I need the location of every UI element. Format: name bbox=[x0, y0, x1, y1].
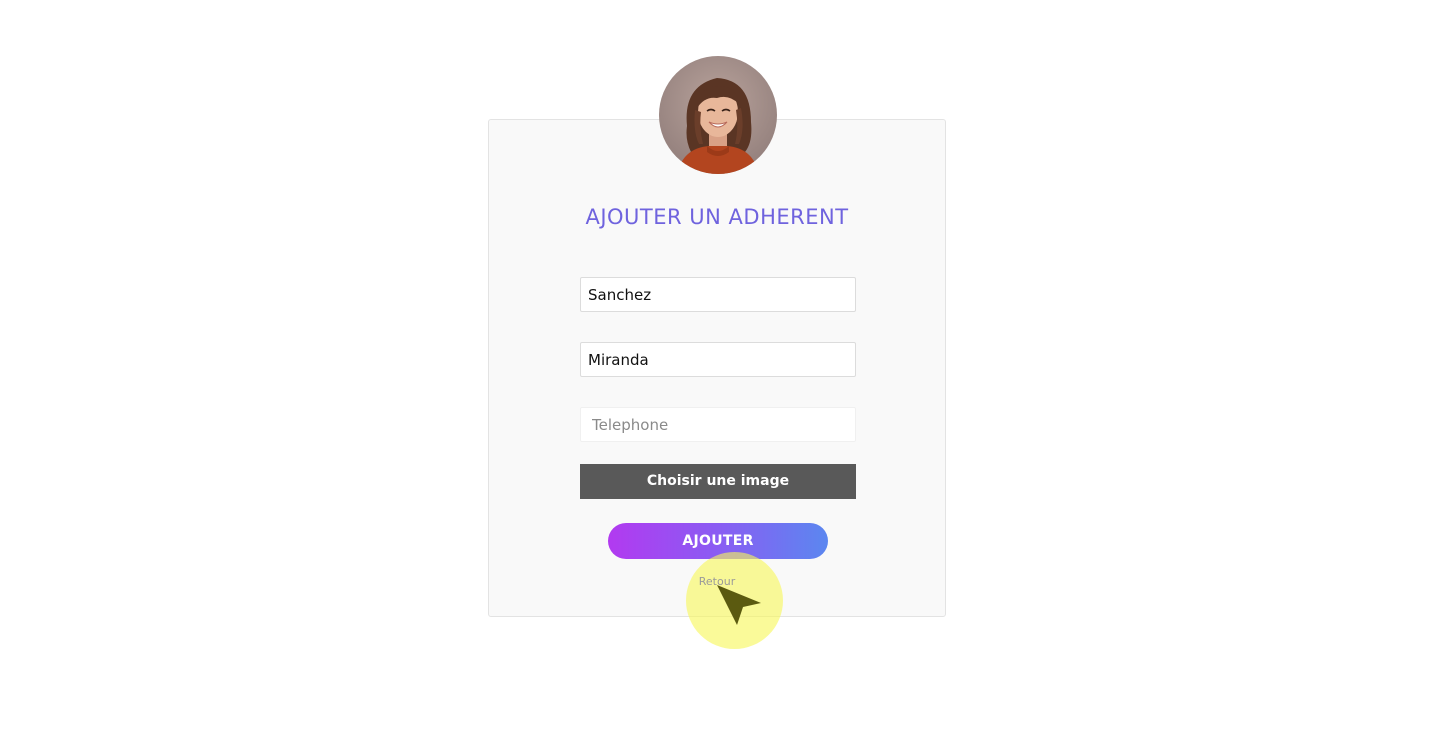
avatar bbox=[659, 56, 777, 174]
page: AJOUTER UN ADHERENT Choisir une image AJ… bbox=[0, 0, 1438, 736]
mouse-pointer-icon bbox=[717, 585, 761, 625]
profile-photo-woman-icon bbox=[659, 56, 777, 174]
choose-image-button[interactable]: Choisir une image bbox=[580, 464, 856, 499]
telephone-field[interactable] bbox=[580, 407, 856, 442]
nom-field[interactable] bbox=[580, 277, 856, 312]
prenom-field[interactable] bbox=[580, 342, 856, 377]
page-title: AJOUTER UN ADHERENT bbox=[585, 205, 849, 229]
